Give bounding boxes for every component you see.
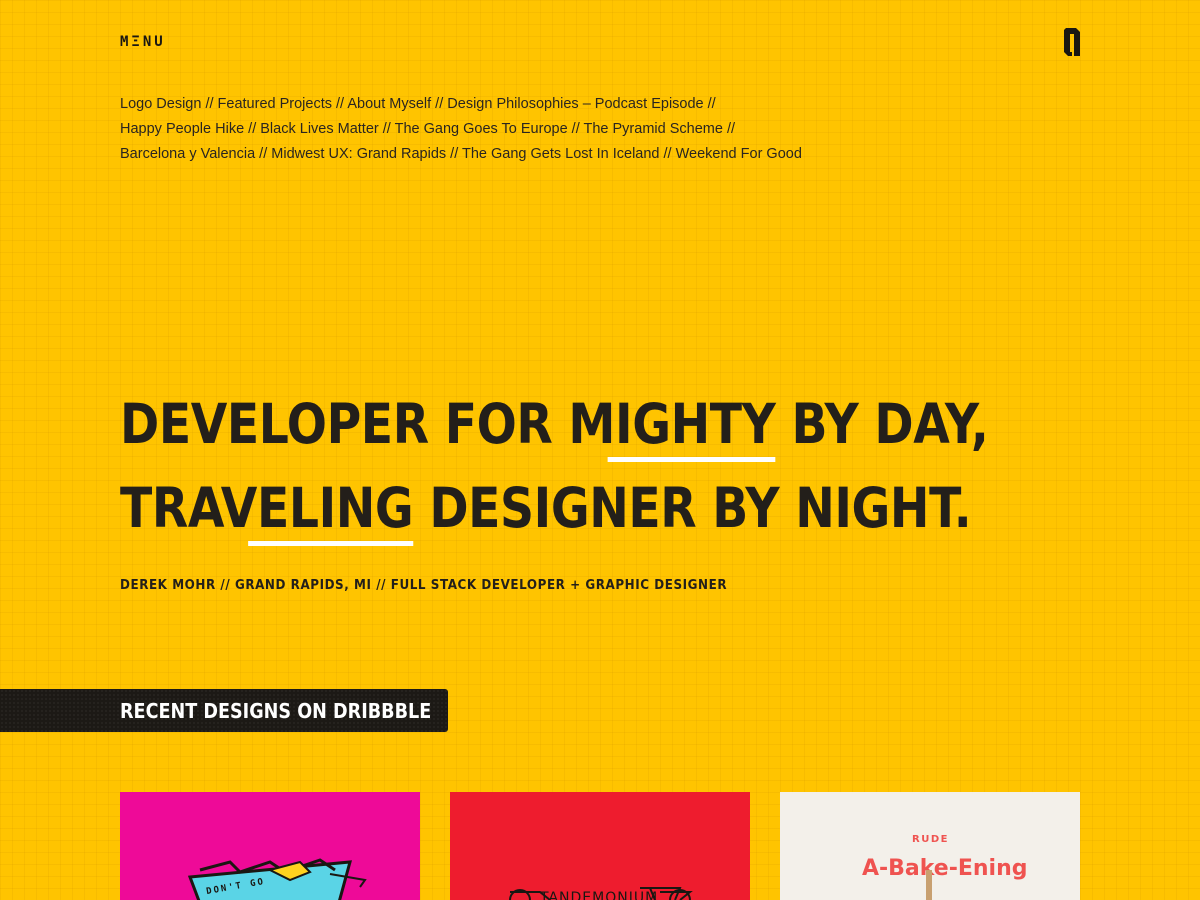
hero-line-1: DEVELOPER FOR MIGHTY BY DAY, — [120, 382, 989, 466]
nav-line: Logo Design // Featured Projects // Abou… — [120, 96, 716, 112]
nav-link-barcelona-valencia[interactable]: Barcelona y Valencia — [120, 146, 255, 162]
nav-link-pyramid-scheme[interactable]: The Pyramid Scheme — [584, 121, 723, 137]
nav-link-midwest-ux[interactable]: Midwest UX: Grand Rapids — [271, 146, 446, 162]
nav-line: Barcelona y Valencia // Midwest UX: Gran… — [120, 146, 802, 162]
nav-link-gang-lost-iceland[interactable]: The Gang Gets Lost In Iceland — [462, 146, 659, 162]
nav-link-featured-projects[interactable]: Featured Projects — [218, 96, 332, 112]
nav-link-about-myself[interactable]: About Myself — [347, 96, 431, 112]
nav-link-gang-goes-to-europe[interactable]: The Gang Goes To Europe — [395, 121, 568, 137]
dribbble-shot-card[interactable]: DON'T GO — [120, 792, 420, 900]
nav-line: Happy People Hike // Black Lives Matter … — [120, 121, 736, 137]
section-title: RECENT DESIGNS ON DRIBBBLE — [120, 699, 432, 723]
shot-label: TANDEMONIUM — [540, 890, 659, 900]
dribbble-banner: RECENT DESIGNS ON DRIBBBLE — [0, 689, 448, 732]
nav-link-design-philosophies[interactable]: Design Philosophies – Podcast Episode — [447, 96, 703, 112]
logo-icon[interactable] — [1062, 26, 1082, 58]
menu-button[interactable]: MΞNU — [120, 34, 166, 50]
nav-link-black-lives-matter[interactable]: Black Lives Matter — [260, 121, 378, 137]
hero-headline: DEVELOPER FOR MIGHTY BY DAY, TR AVELING D… — [120, 382, 989, 550]
nav-link-weekend-for-good[interactable]: Weekend For Good — [676, 146, 802, 162]
highlight-underline — [607, 457, 776, 462]
dribbble-shot-card[interactable]: RUDE A-Bake-Ening — [780, 792, 1080, 900]
highlight-mighty[interactable]: MIGHTY — [568, 382, 776, 466]
dribbble-shot-card[interactable]: TANDEMONIUM — [450, 792, 750, 900]
bicycle-illustration — [509, 887, 693, 900]
boat-illustration — [187, 858, 367, 900]
highlight-underline — [248, 541, 414, 546]
byline: DEREK MOHR // GRAND RAPIDS, MI // FULL S… — [120, 578, 728, 593]
whisk-illustration — [926, 870, 932, 900]
hero-line-2: TR AVELING DESIGNER BY NIGHT. — [120, 466, 988, 550]
highlight-traveling[interactable]: AVELING — [188, 466, 414, 550]
nav-link-happy-people-hike[interactable]: Happy People Hike — [120, 121, 244, 137]
nav-link-logo-design[interactable]: Logo Design — [120, 96, 201, 112]
nav-links: Logo Design // Featured Projects // Abou… — [120, 92, 840, 167]
